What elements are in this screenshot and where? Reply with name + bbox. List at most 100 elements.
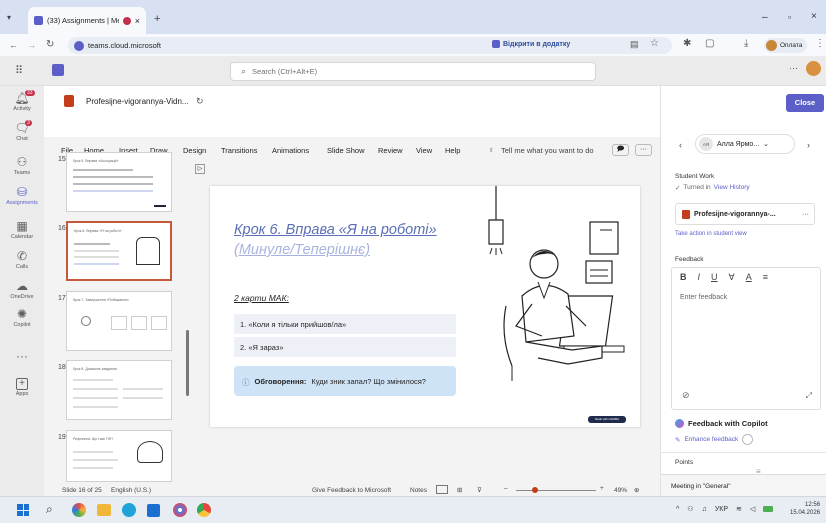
read-mode-icon[interactable]: ▤ xyxy=(630,39,639,50)
clock[interactable]: 12:56 15.04.2026 xyxy=(790,501,820,517)
downloads-icon[interactable]: ⤓ xyxy=(744,38,748,49)
browser-tab[interactable]: (33) Assignments | Meeting × xyxy=(28,7,146,34)
view-history-link[interactable]: View History xyxy=(714,184,750,192)
new-tab-icon[interactable]: + xyxy=(154,13,160,25)
browser-app-icon[interactable] xyxy=(173,503,187,517)
slide-canvas[interactable]: Крок 6. Вправа «Я на роботі» (Минуле/Теп… xyxy=(210,186,640,427)
thumbnail-scrollbar[interactable] xyxy=(186,330,189,396)
rail-apps[interactable]: + Apps xyxy=(0,378,44,397)
store-icon[interactable] xyxy=(147,504,160,517)
volume-icon[interactable]: ◁ xyxy=(750,505,755,513)
enhance-feedback-toggle[interactable]: ✎ Enhance feedback xyxy=(675,434,754,445)
menu-slide-show[interactable]: Slide Show xyxy=(327,146,365,155)
menu-view[interactable]: View xyxy=(416,146,432,155)
menu-transitions[interactable]: Transitions xyxy=(221,146,257,155)
start-icon[interactable] xyxy=(17,504,29,516)
rail-more[interactable]: ··· xyxy=(0,350,44,363)
window-close-icon[interactable]: × xyxy=(811,11,817,22)
more-options-icon[interactable]: ··· xyxy=(789,63,798,73)
close-button[interactable]: Close xyxy=(786,94,824,112)
menu-help[interactable]: Help xyxy=(445,146,460,155)
extensions-icon[interactable]: ✱ xyxy=(683,38,691,49)
zoom-out-icon[interactable]: – xyxy=(504,485,508,492)
panel-toggle-icon[interactable]: ▷ xyxy=(195,164,205,174)
next-student-icon[interactable]: › xyxy=(807,140,810,150)
taskbar-app-icon[interactable] xyxy=(72,503,86,517)
zoom-slider[interactable] xyxy=(516,490,596,491)
zoom-in-icon[interactable]: + xyxy=(600,485,604,492)
comments-icon[interactable]: 🗩︎ xyxy=(612,144,629,156)
overflow-menu-icon[interactable]: ··· xyxy=(635,144,652,156)
prev-student-icon[interactable]: ‹ xyxy=(679,140,682,150)
user-avatar[interactable] xyxy=(806,61,821,76)
slide-thumbnail-19[interactable]: Рефлексія: Що таке ПФ? xyxy=(66,430,172,482)
edge-icon[interactable] xyxy=(122,503,136,517)
open-in-app-button[interactable]: Відкрити в додатку xyxy=(492,40,570,48)
rail-activity[interactable]: 🔔︎ 33 Activity xyxy=(0,90,44,112)
tab-close-icon[interactable]: × xyxy=(135,16,140,26)
toggle-switch[interactable] xyxy=(742,434,754,445)
student-selector[interactable]: АЯ Алла Ярмо... ⌄ xyxy=(695,134,795,154)
reading-view-icon[interactable]: ⊽ xyxy=(477,486,482,494)
fit-slide-icon[interactable]: ⊕ xyxy=(634,486,639,494)
rail-calendar[interactable]: ▦ Calendar xyxy=(0,220,44,241)
italic-icon[interactable]: I xyxy=(698,272,701,283)
mic-icon[interactable]: ♫ xyxy=(702,506,707,513)
tab-list-chevron-icon[interactable]: ▾ xyxy=(7,13,11,22)
back-icon[interactable]: ← xyxy=(9,40,18,50)
address-bar[interactable]: teams.cloud.microsoft xyxy=(68,37,672,54)
bold-icon[interactable]: B xyxy=(680,272,687,283)
language-label[interactable]: УКР xyxy=(715,506,728,513)
taskbar-search-icon[interactable]: ⌕ xyxy=(46,502,53,517)
gamma-badge[interactable]: Made with GAMMA xyxy=(588,416,626,423)
rail-copilot[interactable]: ✺ Copilot xyxy=(0,308,44,329)
network-icon[interactable]: ⚇ xyxy=(687,505,693,513)
slide-thumbnail-16[interactable]: Крок 6. Вправа «Я на роботі» xyxy=(66,221,172,281)
slide-sorter-icon[interactable]: ⊞ xyxy=(457,486,462,494)
maximize-icon[interactable]: ▫ xyxy=(788,12,791,22)
app-launcher-icon[interactable]: ⠿ xyxy=(15,64,23,77)
highlight-icon[interactable]: ∀ xyxy=(729,272,735,283)
tell-me-input[interactable]: Tell me what you want to do xyxy=(501,146,594,155)
rail-calls[interactable]: ✆ Calls xyxy=(0,250,44,271)
star-icon[interactable]: ☆ xyxy=(650,38,659,49)
rail-chat[interactable]: 🗨︎ 3 Chat xyxy=(0,120,44,142)
search-input[interactable]: ⌕ Search (Ctrl+Alt+E) xyxy=(230,62,596,81)
reload-icon[interactable]: ↻ xyxy=(46,39,54,50)
underline-icon[interactable]: U xyxy=(711,272,718,283)
rail-onedrive[interactable]: ☁ OneDrive xyxy=(0,280,44,301)
menu-animations[interactable]: Animations xyxy=(272,146,309,155)
slide-thumbnail-17[interactable]: Крок 7. Завершення «Побажання» xyxy=(66,291,172,351)
chevron-up-icon[interactable]: ^ xyxy=(676,506,679,513)
student-file[interactable]: Profesijne-vigorannya-... ··· xyxy=(675,203,815,225)
split-screen-icon[interactable]: ▢ xyxy=(705,38,714,49)
slide-thumbnail-15[interactable]: Крок 5. Вправа «Ассоціації» xyxy=(66,152,172,212)
notes-button[interactable]: Notes xyxy=(410,487,427,494)
attach-icon[interactable]: ⊘ xyxy=(682,390,690,401)
minimize-icon[interactable]: – xyxy=(762,12,768,23)
file-more-icon[interactable]: ··· xyxy=(802,211,809,218)
slide-thumbnail-18[interactable]: Крок 8. Домашнє завдання xyxy=(66,360,172,420)
chrome-icon[interactable] xyxy=(197,503,211,517)
wifi-icon[interactable]: ≋ xyxy=(736,505,742,513)
menu-design[interactable]: Design xyxy=(183,146,206,155)
feedback-editor[interactable]: B I U ∀ A ≡ Enter feedback ⊘ ⤢ xyxy=(671,267,821,410)
profile-button[interactable]: Оплата xyxy=(764,38,808,53)
file-explorer-icon[interactable] xyxy=(97,504,111,516)
battery-icon[interactable] xyxy=(763,506,774,512)
rail-assignments[interactable]: ⛁ Assignments xyxy=(0,186,44,207)
normal-view-icon[interactable] xyxy=(436,485,448,494)
expand-icon[interactable]: ⤢ xyxy=(806,391,812,401)
font-color-icon[interactable]: A xyxy=(746,272,752,283)
menu-review[interactable]: Review xyxy=(378,146,403,155)
language-indicator[interactable]: English (U.S.) xyxy=(111,487,151,494)
bullets-icon[interactable]: ≡ xyxy=(763,272,768,283)
rail-teams[interactable]: ⚇ Teams xyxy=(0,156,44,177)
take-action-link[interactable]: Take action in student view xyxy=(675,231,747,237)
file-title[interactable]: Profesijne-vigorannya-Vidn... xyxy=(86,97,189,106)
meeting-indicator[interactable]: Meeting in "General" xyxy=(661,474,826,496)
forward-icon[interactable]: → xyxy=(27,40,36,50)
more-icon[interactable]: ⋮ xyxy=(815,38,825,49)
feedback-link[interactable]: Give Feedback to Microsoft xyxy=(312,487,391,494)
zoom-slider-thumb[interactable] xyxy=(532,487,538,493)
